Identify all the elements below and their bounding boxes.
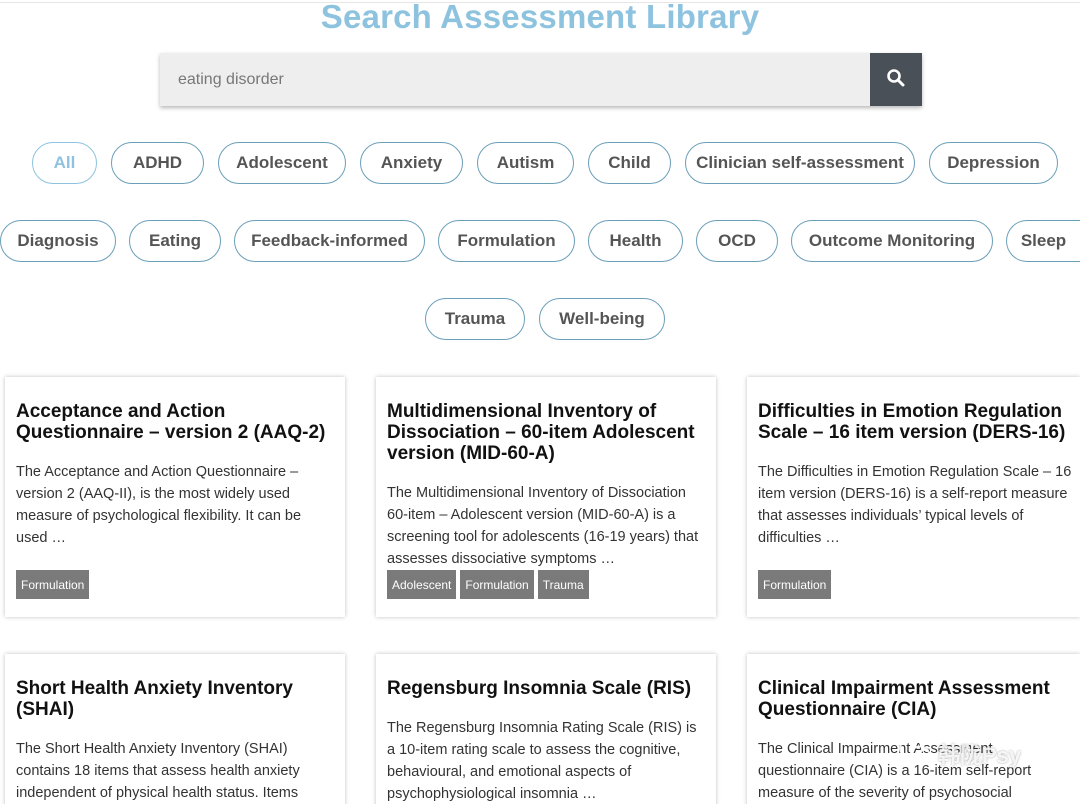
watermark: 韩陇Psy (898, 737, 1048, 771)
tag-badge[interactable]: Adolescent (387, 570, 457, 599)
card-title[interactable]: Short Health Anxiety Inventory (SHAI) (16, 678, 335, 720)
filter-pill-all[interactable]: All (32, 142, 97, 184)
wechat-icon (898, 737, 932, 771)
card-description: The Short Health Anxiety Inventory (SHAI… (16, 741, 300, 801)
assessment-card[interactable]: Regensburg Insomnia Scale (RIS) The Rege… (376, 654, 716, 804)
card-tags: Formulation (758, 570, 832, 599)
card-description: The Multidimensional Inventory of Dissoc… (387, 485, 699, 567)
search-bar (160, 53, 922, 106)
filter-pill-child[interactable]: Child (588, 142, 671, 184)
card-title[interactable]: Clinical Impairment Assessment Questionn… (758, 678, 1050, 720)
filter-pill-adhd[interactable]: ADHD (111, 142, 204, 184)
card-description: The Difficulties in Emotion Regulation S… (758, 464, 1072, 546)
search-button[interactable] (870, 53, 922, 106)
card-description: The Acceptance and Action Questionnaire … (16, 464, 302, 546)
filter-pill-autism[interactable]: Autism (477, 142, 574, 184)
filter-pill-sleep[interactable]: Sleep (1006, 220, 1080, 262)
filter-pill-health[interactable]: Health (588, 220, 683, 262)
card-title[interactable]: Multidimensional Inventory of Dissociati… (387, 401, 706, 464)
assessment-card[interactable]: Short Health Anxiety Inventory (SHAI) Th… (5, 654, 345, 804)
filter-pill-outcome-monitoring[interactable]: Outcome Monitoring (791, 220, 993, 262)
assessment-card[interactable]: Acceptance and Action Questionnaire – ve… (5, 377, 345, 617)
card-title[interactable]: Regensburg Insomnia Scale (RIS) (387, 678, 706, 699)
filter-pill-depression[interactable]: Depression (929, 142, 1058, 184)
filter-pill-feedback-informed[interactable]: Feedback-informed (234, 220, 425, 262)
assessment-card[interactable]: Multidimensional Inventory of Dissociati… (376, 377, 716, 617)
filter-pill-anxiety[interactable]: Anxiety (360, 142, 463, 184)
card-tags: Formulation (16, 570, 90, 599)
card-title[interactable]: Acceptance and Action Questionnaire – ve… (16, 401, 335, 443)
filter-pill-trauma[interactable]: Trauma (425, 298, 525, 340)
card-title[interactable]: Difficulties in Emotion Regulation Scale… (758, 401, 1076, 443)
filter-pill-eating[interactable]: Eating (129, 220, 221, 262)
filter-pill-well-being[interactable]: Well-being (539, 298, 665, 340)
tag-badge[interactable]: Formulation (16, 570, 90, 599)
search-input[interactable] (160, 53, 870, 106)
filter-pill-adolescent[interactable]: Adolescent (218, 142, 346, 184)
card-description: The Regensburg Insomnia Rating Scale (RI… (387, 720, 697, 802)
tag-badge[interactable]: Trauma (537, 570, 589, 599)
watermark-text: 韩陇Psy (938, 743, 1022, 768)
search-icon (886, 68, 906, 91)
filter-pill-clinician-self-assessment[interactable]: Clinician self-assessment (685, 142, 915, 184)
assessment-card[interactable]: Clinical Impairment Assessment Questionn… (747, 654, 1080, 804)
assessment-card[interactable]: Difficulties in Emotion Regulation Scale… (747, 377, 1080, 617)
card-tags: Adolescent Formulation Trauma (387, 570, 589, 599)
page: Search Assessment Library All ADHD Adole… (0, 0, 1080, 804)
tag-badge[interactable]: Formulation (460, 570, 534, 599)
filter-pill-ocd[interactable]: OCD (696, 220, 778, 262)
filter-pill-formulation[interactable]: Formulation (438, 220, 575, 262)
tag-badge[interactable]: Formulation (758, 570, 832, 599)
filter-pill-diagnosis[interactable]: Diagnosis (0, 220, 116, 262)
page-title: Search Assessment Library (320, 0, 760, 35)
